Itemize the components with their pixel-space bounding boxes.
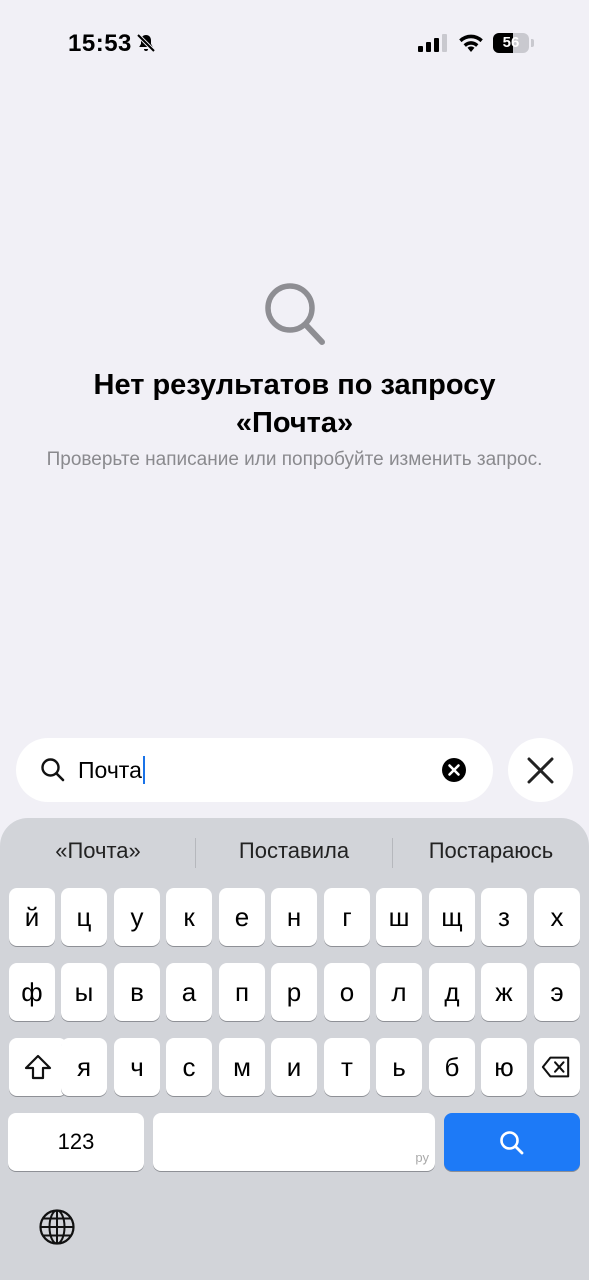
globe-icon[interactable] <box>38 1208 76 1246</box>
key-м[interactable]: м <box>219 1038 265 1096</box>
key-й[interactable]: й <box>9 888 55 946</box>
key-я[interactable]: я <box>61 1038 107 1096</box>
key-ы[interactable]: ы <box>61 963 107 1021</box>
shift-icon <box>24 1054 52 1080</box>
empty-state: Нет результатов по запросу «Почта» Прове… <box>0 280 589 473</box>
key-а[interactable]: а <box>166 963 212 1021</box>
key-и[interactable]: и <box>271 1038 317 1096</box>
empty-state-title: Нет результатов по запросу «Почта» <box>93 369 496 439</box>
search-query-text: Почта <box>78 757 142 783</box>
empty-state-subtitle: Проверьте написание или попробуйте измен… <box>46 449 543 470</box>
key-п[interactable]: п <box>219 963 265 1021</box>
suggestion-item[interactable]: Постараюсь <box>412 838 570 864</box>
key-ш[interactable]: ш <box>376 888 422 946</box>
key-у[interactable]: у <box>114 888 160 946</box>
key-н[interactable]: н <box>271 888 317 946</box>
suggestion-item[interactable]: «Почта» <box>20 838 176 864</box>
key-л[interactable]: л <box>376 963 422 1021</box>
key-ф[interactable]: ф <box>9 963 55 1021</box>
suggestion-bar: «Почта» Поставила Постараюсь <box>0 818 589 884</box>
shift-key[interactable] <box>9 1038 67 1096</box>
key-ь[interactable]: ь <box>376 1038 422 1096</box>
key-э[interactable]: э <box>534 963 580 1021</box>
search-icon <box>500 1131 524 1155</box>
key-о[interactable]: о <box>324 963 370 1021</box>
suggestion-item[interactable]: Поставила <box>214 838 374 864</box>
search-icon <box>41 758 65 782</box>
suggestion-divider <box>195 838 196 868</box>
key-ж[interactable]: ж <box>481 963 527 1021</box>
battery-icon: 56 <box>493 33 535 53</box>
key-х[interactable]: х <box>534 888 580 946</box>
search-key[interactable] <box>444 1113 580 1171</box>
suggestion-divider <box>392 838 393 868</box>
battery-percent: 56 <box>502 34 520 51</box>
close-icon <box>527 757 554 784</box>
key-г[interactable]: г <box>324 888 370 946</box>
key-к[interactable]: к <box>166 888 212 946</box>
key-е[interactable]: е <box>219 888 265 946</box>
search-input[interactable]: Почта <box>16 738 493 802</box>
key-ч[interactable]: ч <box>114 1038 160 1096</box>
status-time: 15:53 <box>68 30 132 57</box>
key-д[interactable]: д <box>429 963 475 1021</box>
space-language-label: ру <box>415 1150 429 1165</box>
clear-icon[interactable] <box>441 757 467 783</box>
backspace-key[interactable] <box>534 1038 580 1096</box>
search-icon <box>264 283 325 345</box>
key-щ[interactable]: щ <box>429 888 475 946</box>
key-з[interactable]: з <box>481 888 527 946</box>
cellular-signal-icon <box>418 34 447 52</box>
key-в[interactable]: в <box>114 963 160 1021</box>
bell-slash-icon <box>136 33 156 53</box>
status-bar: 15:53 56 <box>0 0 589 88</box>
key-ю[interactable]: ю <box>481 1038 527 1096</box>
key-р[interactable]: р <box>271 963 317 1021</box>
search-query[interactable]: Почта <box>78 756 145 784</box>
space-key[interactable]: ру <box>153 1113 435 1171</box>
key-ц[interactable]: ц <box>61 888 107 946</box>
close-search-button[interactable] <box>508 738 573 802</box>
numbers-key[interactable]: 123 <box>8 1113 144 1171</box>
backspace-icon <box>541 1056 570 1078</box>
key-с[interactable]: с <box>166 1038 212 1096</box>
key-т[interactable]: т <box>324 1038 370 1096</box>
text-caret <box>142 756 145 784</box>
keyboard: «Почта» Поставила Постараюсь й ц у к е н… <box>0 818 589 1280</box>
key-б[interactable]: б <box>429 1038 475 1096</box>
wifi-icon <box>459 34 483 52</box>
